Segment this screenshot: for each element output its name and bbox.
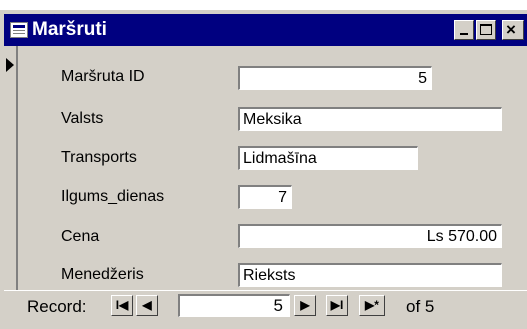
label-menedzeris: Menedžeris bbox=[61, 266, 144, 283]
label-ilgums-dienas: Ilgums_dienas bbox=[61, 188, 165, 205]
current-record-arrow-icon bbox=[6, 58, 14, 72]
record-label: Record: bbox=[27, 297, 87, 316]
record-count: of 5 bbox=[406, 297, 435, 316]
minimize-button[interactable] bbox=[454, 20, 474, 40]
maximize-button[interactable] bbox=[476, 20, 496, 40]
input-marsruta-id[interactable]: 5 bbox=[238, 66, 432, 90]
label-marsruta-id: Maršruta ID bbox=[61, 68, 145, 85]
previous-record-button[interactable]: ◀ bbox=[136, 295, 158, 316]
input-menedzeris[interactable]: Rieksts bbox=[238, 263, 502, 287]
label-valsts: Valsts bbox=[61, 110, 104, 127]
last-record-button[interactable]: ▶I bbox=[326, 295, 348, 316]
title-bar[interactable]: Maršruti × bbox=[4, 14, 527, 46]
label-cena: Cena bbox=[61, 228, 100, 245]
input-cena[interactable]: Ls 570.00 bbox=[238, 224, 502, 248]
close-button[interactable]: × bbox=[502, 20, 524, 40]
form-icon bbox=[10, 22, 28, 38]
close-icon: × bbox=[506, 20, 516, 39]
input-transports[interactable]: Lidmašīna bbox=[238, 146, 418, 170]
current-record-input[interactable]: 5 bbox=[178, 294, 290, 317]
input-ilgums-dienas[interactable]: 7 bbox=[238, 185, 292, 209]
input-valsts[interactable]: Meksika bbox=[238, 107, 502, 131]
record-selector[interactable] bbox=[4, 46, 18, 290]
new-record-button[interactable]: ▶* bbox=[359, 295, 385, 316]
label-transports: Transports bbox=[61, 149, 137, 166]
maximize-icon bbox=[480, 24, 492, 35]
minimize-icon bbox=[460, 33, 468, 35]
window-title: Maršruti bbox=[32, 19, 107, 40]
next-record-button[interactable]: ▶ bbox=[294, 295, 316, 316]
first-record-button[interactable]: I◀ bbox=[111, 295, 133, 316]
